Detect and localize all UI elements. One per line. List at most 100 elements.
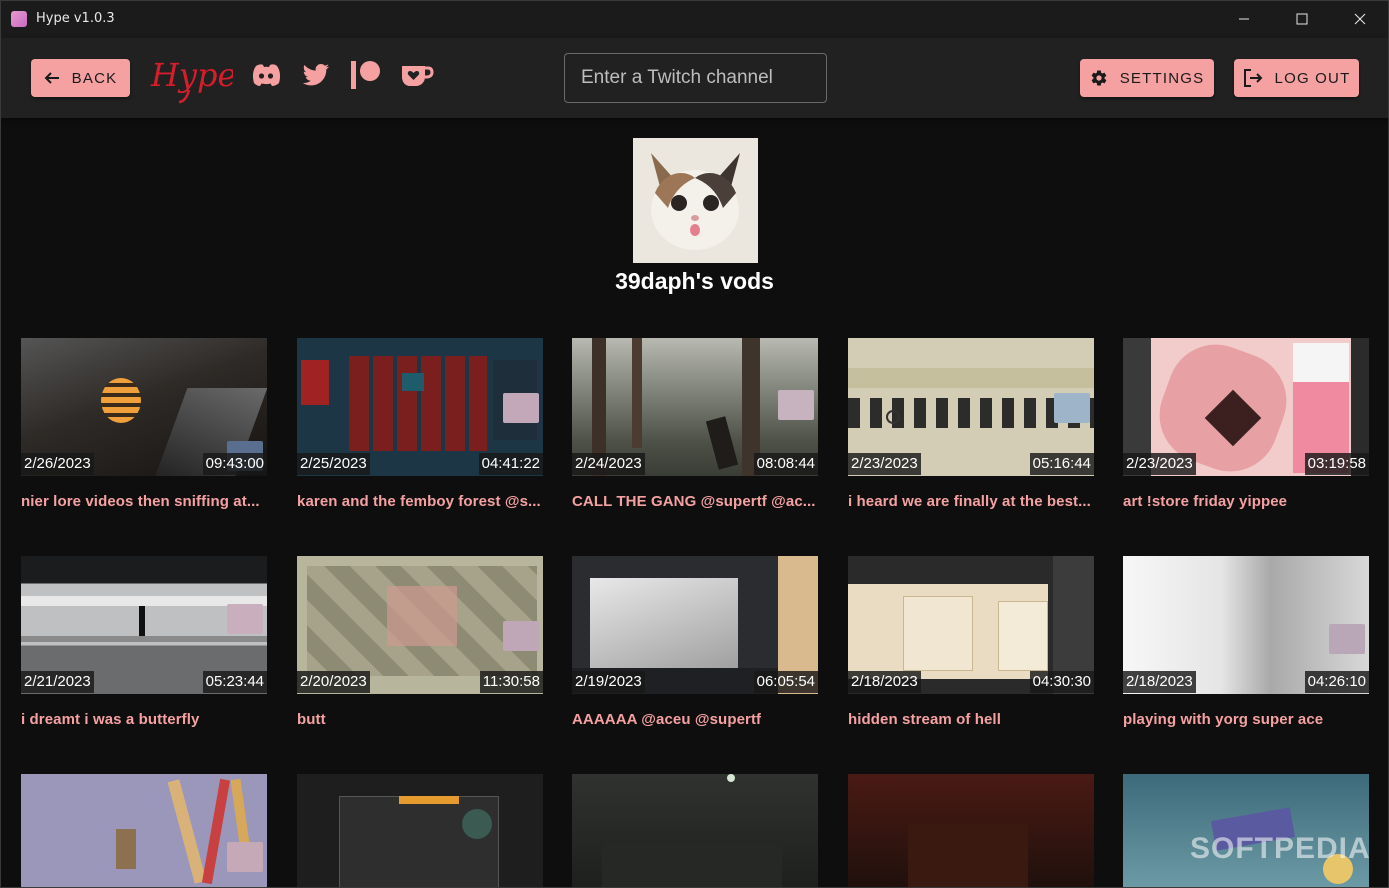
vod-duration-badge: 03:19:58 [1304,453,1369,475]
arrow-left-icon [44,72,59,84]
twitter-icon [302,64,329,86]
close-button[interactable] [1331,0,1389,38]
vod-card[interactable]: 2/24/2023 08:08:44 CALL THE GANG @supert… [572,338,818,510]
vod-date-badge: 2/25/2023 [297,453,370,475]
vod-thumbnail[interactable]: 2/24/2023 08:08:44 [572,338,818,476]
gear-icon [1091,70,1106,86]
logout-button-label: LOG OUT [1274,69,1351,87]
vod-date-badge: 2/21/2023 [21,671,94,693]
app-icon [11,10,27,27]
channel-title: 39daph's vods [615,268,774,294]
settings-button[interactable]: SETTINGS [1080,59,1214,97]
discord-link[interactable] [250,60,282,90]
vod-title[interactable]: art !store friday yippee [1123,493,1369,510]
vod-thumbnail[interactable]: 2/18/2023 04:26:10 [1123,556,1369,694]
vod-title[interactable]: hidden stream of hell [848,711,1094,728]
vod-date-badge: 2/18/2023 [848,671,921,693]
discord-icon [252,64,281,86]
vod-title[interactable]: playing with yorg super ace [1123,711,1369,728]
channel-search-input[interactable] [564,53,827,103]
vod-card[interactable]: 2/21/2023 05:23:44 i dreamt i was a butt… [21,556,267,728]
minimize-icon [1239,18,1249,20]
window-title: Hype v1.0.3 [36,11,115,26]
webcam-overlay [1329,624,1365,654]
patreon-link[interactable] [350,60,384,90]
vod-duration-badge: 09:43:00 [202,453,267,475]
minimize-button[interactable] [1215,0,1273,38]
vod-title[interactable]: karen and the femboy forest @s... [297,493,543,510]
vod-card[interactable]: 2/18/2023 04:30:30 hidden stream of hell [848,556,1094,728]
window-titlebar: Hype v1.0.3 [0,0,1389,38]
vod-date-badge: 2/23/2023 [848,453,921,475]
vod-title[interactable]: CALL THE GANG @supertf @ac... [572,493,818,510]
vod-thumbnail[interactable] [1123,774,1369,888]
vod-card[interactable]: 2/25/2023 04:41:22 karen and the femboy … [297,338,543,510]
vod-title[interactable]: AAAAAA @aceu @supertf [572,711,818,728]
channel-avatar [633,138,758,263]
vod-card[interactable]: 2/26/2023 09:43:00 nier lore videos then… [21,338,267,510]
vod-title[interactable]: nier lore videos then sniffing at... [21,493,267,510]
back-button-label: BACK [71,69,118,87]
vod-thumbnail[interactable]: 2/19/2023 06:05:54 [572,556,818,694]
hype-logo[interactable]: Hype [149,52,233,104]
vod-date-badge: 2/24/2023 [572,453,645,475]
vod-date-badge: 2/20/2023 [297,671,370,693]
vod-thumbnail[interactable]: 2/18/2023 04:30:30 [848,556,1094,694]
vod-duration-badge: 04:26:10 [1304,671,1369,693]
vod-card[interactable]: 2/18/2023 04:26:10 playing with yorg sup… [1123,556,1369,728]
twitter-link[interactable] [302,60,330,90]
back-button[interactable]: BACK [31,59,130,97]
vod-duration-badge: 04:30:30 [1029,671,1094,693]
vod-card[interactable] [572,774,818,888]
vod-card[interactable] [848,774,1094,888]
settings-button-label: SETTINGS [1119,69,1205,87]
kofi-link[interactable] [400,60,434,90]
vod-card[interactable]: 2/20/2023 11:30:58 butt [297,556,543,728]
close-icon [1354,13,1366,25]
window-controls [1215,0,1389,38]
vod-title[interactable]: i heard we are finally at the best... [848,493,1094,510]
vod-duration-badge: 05:23:44 [202,671,267,693]
vod-card[interactable]: 2/23/2023 03:19:58 art !store friday yip… [1123,338,1369,510]
vod-duration-badge: 11:30:58 [479,671,543,693]
vod-card[interactable] [297,774,543,888]
app-toolbar: BACK Hype SETTINGS [1,38,1388,118]
webcam-overlay [503,393,539,423]
vod-card[interactable]: 2/19/2023 06:05:54 AAAAAA @aceu @supertf [572,556,818,728]
webcam-overlay [778,390,814,420]
vod-title[interactable]: i dreamt i was a butterfly [21,711,267,728]
vod-thumbnail[interactable] [572,774,818,888]
vod-date-badge: 2/26/2023 [21,453,94,475]
vod-date-badge: 2/23/2023 [1123,453,1196,475]
vod-card[interactable] [1123,774,1369,888]
vod-thumbnail[interactable]: 2/25/2023 04:41:22 [297,338,543,476]
vod-thumbnail[interactable]: 2/21/2023 05:23:44 [21,556,267,694]
vod-thumbnail[interactable]: 2/20/2023 11:30:58 [297,556,543,694]
maximize-icon [1296,13,1308,25]
patreon-icon [351,61,380,89]
vod-duration-badge: 04:41:22 [478,453,543,475]
vod-card[interactable]: 2/23/2023 05:16:44 i heard we are finall… [848,338,1094,510]
webcam-overlay [1054,393,1090,423]
vod-duration-badge: 06:05:54 [753,671,818,693]
vod-date-badge: 2/19/2023 [572,671,645,693]
vod-thumbnail[interactable]: 2/26/2023 09:43:00 [21,338,267,476]
watermark: SOFTPEDIA [1190,832,1371,865]
maximize-button[interactable] [1273,0,1331,38]
vod-thumbnail[interactable]: 2/23/2023 03:19:58 [1123,338,1369,476]
vod-duration-badge: 05:16:44 [1029,453,1094,475]
vod-card[interactable] [21,774,267,888]
webcam-overlay [503,621,539,651]
logout-button[interactable]: LOG OUT [1234,59,1359,97]
cat-avatar-image [633,138,758,263]
vod-thumbnail[interactable] [21,774,267,888]
vod-thumbnail[interactable]: 2/23/2023 05:16:44 [848,338,1094,476]
vod-title[interactable]: butt [297,711,543,728]
vod-date-badge: 2/18/2023 [1123,671,1196,693]
webcam-overlay [227,604,263,634]
kofi-cup-icon [402,66,434,86]
vod-thumbnail[interactable] [848,774,1094,888]
vod-duration-badge: 08:08:44 [753,453,818,475]
vod-thumbnail[interactable] [297,774,543,888]
webcam-overlay [227,842,263,872]
